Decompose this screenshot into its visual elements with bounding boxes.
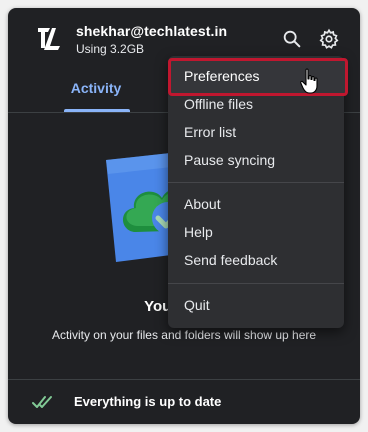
menu-item-help[interactable]: Help (168, 218, 344, 246)
menu-item-pause-syncing[interactable]: Pause syncing (168, 146, 344, 174)
menu-separator (168, 182, 344, 183)
double-check-icon (32, 396, 52, 408)
menu-item-quit[interactable]: Quit (168, 291, 344, 319)
menu-item-offline-files[interactable]: Offline files (168, 90, 344, 118)
storage-usage: Using 3.2GB (76, 42, 145, 56)
account-email: shekhar@techlatest.in (76, 23, 228, 39)
search-icon[interactable] (281, 28, 303, 50)
tab-activity[interactable]: Activity (64, 80, 128, 112)
settings-menu: Preferences Offline files Error list Pau… (168, 56, 348, 328)
menu-item-send-feedback[interactable]: Send feedback (168, 246, 344, 274)
hand-pointer-icon (300, 68, 318, 94)
menu-separator (168, 283, 344, 284)
sync-status-bar: Everything is up to date (8, 380, 360, 424)
techlatest-logo-icon (38, 28, 60, 50)
menu-item-about[interactable]: About (168, 190, 344, 218)
gear-icon[interactable] (318, 28, 340, 50)
sync-status-text: Everything is up to date (74, 394, 222, 409)
empty-state-message: Activity on your files and folders will … (51, 328, 317, 342)
menu-item-error-list[interactable]: Error list (168, 118, 344, 146)
